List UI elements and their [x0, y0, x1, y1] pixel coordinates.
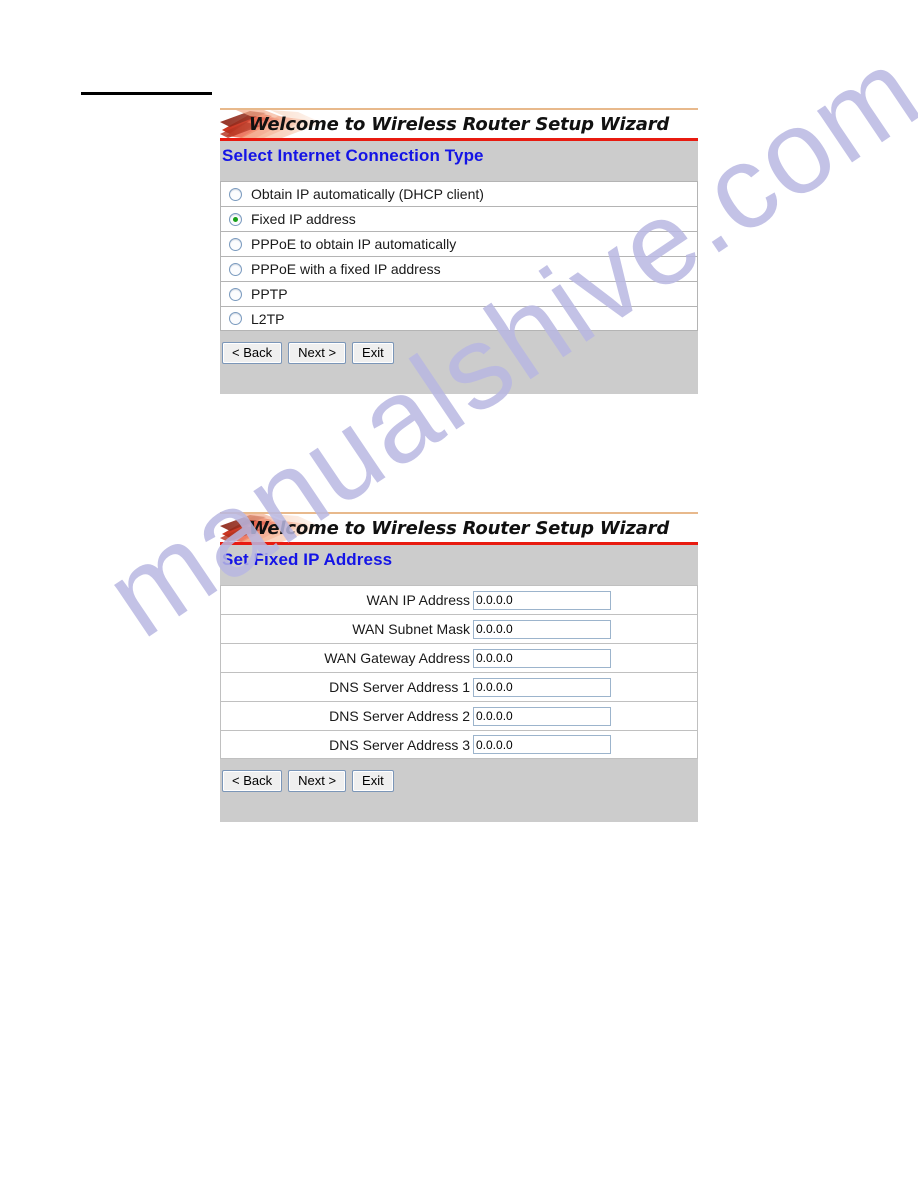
option-row-l2tp[interactable]: L2TP: [220, 306, 698, 331]
option-row-dhcp[interactable]: Obtain IP automatically (DHCP client): [220, 181, 698, 206]
radio-icon-pppoe-auto[interactable]: [229, 237, 242, 251]
field-label-wan-ip-address: WAN IP Address: [366, 592, 470, 608]
radio-icon-dhcp[interactable]: [229, 187, 242, 201]
next-button[interactable]: Next >: [288, 342, 347, 364]
page-title: Select Internet Connection Type: [222, 146, 484, 165]
wizard-button-bar-fixed-ip: < Back Next > Exit: [220, 759, 698, 822]
field-row-dns-server-address-3: DNS Server Address 3: [220, 730, 698, 759]
field-label-dns-server-address-1: DNS Server Address 1: [329, 679, 470, 695]
wizard-banner: Welcome to Wireless Router Setup Wizard: [220, 108, 698, 141]
radio-icon-fixed-ip[interactable]: [229, 212, 242, 226]
next-button[interactable]: Next >: [288, 770, 347, 792]
wan-gateway-address-input[interactable]: [473, 648, 611, 668]
wizard-panel-fixed-ip: Welcome to Wireless Router Setup Wizard …: [220, 512, 698, 822]
wizard-panel-connection-type: Welcome to Wireless Router Setup Wizard …: [220, 108, 698, 394]
field-label-wan-subnet-mask: WAN Subnet Mask: [352, 621, 470, 637]
section-header-connection-type: Select Internet Connection Type: [220, 141, 698, 177]
field-row-wan-subnet-mask: WAN Subnet Mask: [220, 614, 698, 643]
banner-title: Welcome to Wireless Router Setup Wizard: [248, 113, 670, 135]
dns-server-address-1-input[interactable]: [473, 677, 611, 697]
field-label-wan-gateway-address: WAN Gateway Address: [324, 650, 470, 666]
banner-title: Welcome to Wireless Router Setup Wizard: [248, 517, 670, 539]
exit-button[interactable]: Exit: [352, 770, 394, 792]
back-button[interactable]: < Back: [222, 770, 283, 792]
option-row-fixed-ip[interactable]: Fixed IP address: [220, 206, 698, 231]
option-label-fixed-ip: Fixed IP address: [251, 211, 356, 227]
fixed-ip-field-list: WAN IP Address WAN Subnet Mask WAN Gatew…: [220, 581, 698, 759]
field-row-dns-server-address-2: DNS Server Address 2: [220, 701, 698, 730]
dns-server-address-3-input[interactable]: [473, 735, 611, 754]
section-header-fixed-ip: Set Fixed IP Address: [220, 545, 698, 581]
field-label-dns-server-address-2: DNS Server Address 2: [329, 708, 470, 724]
radio-icon-l2tp[interactable]: [229, 312, 242, 325]
option-label-l2tp: L2TP: [251, 310, 285, 327]
wan-subnet-mask-input[interactable]: [473, 619, 611, 639]
field-row-dns-server-address-1: DNS Server Address 1: [220, 672, 698, 701]
option-row-pptp[interactable]: PPTP: [220, 281, 698, 306]
option-label-pptp: PPTP: [251, 286, 288, 302]
radio-icon-pptp[interactable]: [229, 287, 242, 301]
wizard-button-bar-connection-type: < Back Next > Exit: [220, 331, 698, 394]
field-row-wan-ip-address: WAN IP Address: [220, 585, 698, 614]
option-label-dhcp: Obtain IP automatically (DHCP client): [251, 186, 484, 202]
horizontal-rule: [81, 92, 212, 95]
option-label-pppoe-fixed: PPPoE with a fixed IP address: [251, 261, 441, 277]
wizard-banner: Welcome to Wireless Router Setup Wizard: [220, 512, 698, 545]
option-row-pppoe-fixed[interactable]: PPPoE with a fixed IP address: [220, 256, 698, 281]
page-title: Set Fixed IP Address: [222, 550, 393, 569]
wan-ip-address-input[interactable]: [473, 590, 611, 610]
option-label-pppoe-auto: PPPoE to obtain IP automatically: [251, 236, 457, 252]
dns-server-address-2-input[interactable]: [473, 706, 611, 726]
option-row-pppoe-auto[interactable]: PPPoE to obtain IP automatically: [220, 231, 698, 256]
back-button[interactable]: < Back: [222, 342, 283, 364]
exit-button[interactable]: Exit: [352, 342, 394, 364]
radio-icon-pppoe-fixed[interactable]: [229, 262, 242, 276]
field-row-wan-gateway-address: WAN Gateway Address: [220, 643, 698, 672]
field-label-dns-server-address-3: DNS Server Address 3: [329, 736, 470, 753]
connection-type-option-list: Obtain IP automatically (DHCP client) Fi…: [220, 177, 698, 331]
